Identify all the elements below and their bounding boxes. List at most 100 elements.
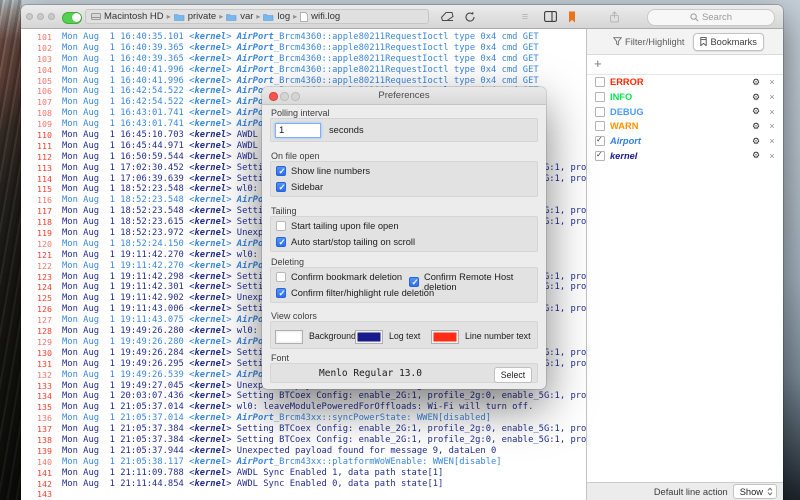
start-tailing-checkbox[interactable]: Start tailing upon file open	[276, 221, 399, 231]
gear-icon[interactable]: ⚙	[750, 136, 762, 147]
auto-tailing-checkbox[interactable]: Auto start/stop tailing on scroll	[276, 237, 415, 247]
log-line[interactable]: 135 Mon Aug 1 21:05:37.014 <kernel> wl0: …	[21, 402, 586, 413]
delete-rule-icon[interactable]: ×	[767, 136, 777, 146]
log-line[interactable]: 104Mon Aug 1 16:40:41.996 <kernel> AirPo…	[21, 65, 586, 76]
show-line-numbers-checkbox[interactable]: Show line numbers	[276, 166, 370, 176]
log-line[interactable]: 138Mon Aug 1 21:05:37.384 <kernel> Setti…	[21, 435, 586, 446]
log-line[interactable]: 103Mon Aug 1 16:40:39.365 <kernel> AirPo…	[21, 54, 586, 65]
close-button[interactable]	[26, 13, 33, 20]
rule-row[interactable]: WARN⚙×	[587, 119, 783, 134]
checkbox-icon[interactable]	[409, 277, 419, 287]
log-line[interactable]: 143	[21, 489, 586, 500]
line-number: 126	[21, 304, 52, 315]
rule-row[interactable]: INFO⚙×	[587, 90, 783, 105]
background-color-well[interactable]	[275, 330, 303, 344]
search-input[interactable]: Search	[647, 9, 775, 26]
log-text-color-well[interactable]	[355, 330, 383, 344]
log-line[interactable]: 101Mon Aug 1 16:40:35.101 <kernel> AirPo…	[21, 32, 586, 43]
rule-list: ERROR⚙×INFO⚙×DEBUG⚙×WARN⚙×Airport⚙×kerne…	[587, 75, 783, 163]
delete-rule-icon[interactable]: ×	[767, 121, 777, 131]
rule-label: Airport	[610, 136, 745, 146]
tab-filter-highlight[interactable]: Filter/Highlight	[606, 33, 691, 51]
log-line[interactable]: 134Mon Aug 1 20:03:07.436 <kernel> Setti…	[21, 391, 586, 402]
rule-checkbox[interactable]	[595, 136, 605, 146]
line-number: 135	[21, 402, 52, 413]
rule-row[interactable]: Airport ⚙ ×	[587, 134, 783, 149]
gear-icon[interactable]: ⚙	[750, 150, 762, 161]
line-number: 108	[21, 108, 52, 119]
tab-label: Filter/Highlight	[625, 37, 684, 47]
gear-icon[interactable]: ⚙	[750, 92, 762, 103]
default-line-action-select[interactable]: Show	[733, 484, 777, 499]
dialog-title-bar[interactable]: Preferences	[262, 87, 546, 105]
sidebar-checkbox[interactable]: Sidebar	[276, 182, 323, 192]
checkbox-icon[interactable]	[276, 237, 286, 247]
rule-label: kernel	[610, 151, 745, 161]
add-rule-button[interactable]: +	[594, 56, 602, 71]
line-number: 106	[21, 86, 52, 97]
checkbox-icon[interactable]	[276, 221, 286, 231]
line-number-color-well[interactable]	[431, 330, 459, 344]
rule-checkbox[interactable]	[595, 92, 605, 102]
default-line-action-label: Default line action	[654, 487, 728, 497]
line-number: 124	[21, 282, 52, 293]
checkbox-icon[interactable]	[276, 182, 286, 192]
gear-icon[interactable]: ⚙	[750, 77, 762, 88]
line-number: 103	[21, 54, 52, 65]
log-line[interactable]: 140Mon Aug 1 21:05:38.117 <kernel> AirPo…	[21, 457, 586, 468]
checkbox-label: Confirm bookmark deletion	[291, 272, 402, 282]
polling-interval-input[interactable]	[275, 123, 321, 138]
share-button[interactable]	[603, 8, 625, 25]
rule-row[interactable]: ERROR⚙×	[587, 75, 783, 90]
reload-button[interactable]	[459, 8, 481, 25]
log-line[interactable]: 139Mon Aug 1 21:05:37.944 <kernel> Unexp…	[21, 446, 586, 457]
line-text: Mon Aug 1 21:05:37.014 <kernel> wl0: lea…	[62, 402, 533, 413]
delete-rule-icon[interactable]: ×	[767, 107, 777, 117]
line-number: 125	[21, 293, 52, 304]
font-select-button[interactable]: Select	[494, 367, 532, 383]
bookmark-button[interactable]	[561, 8, 583, 25]
log-line[interactable]: 141Mon Aug 1 21:11:09.788 <kernel> AWDL …	[21, 468, 586, 479]
rule-checkbox[interactable]	[595, 151, 605, 161]
deleting-group: Confirm bookmark deletion Confirm Remote…	[270, 267, 538, 303]
clear-log-button[interactable]	[436, 8, 458, 25]
checkbox-icon[interactable]	[276, 166, 286, 176]
gear-icon[interactable]: ⚙	[750, 121, 762, 132]
tab-bookmarks[interactable]: Bookmarks	[693, 33, 764, 51]
log-line[interactable]: 102Mon Aug 1 16:40:39.365 <kernel> AirPo…	[21, 43, 586, 54]
chevron-right-icon: ▸	[293, 12, 297, 21]
rule-checkbox[interactable]	[595, 77, 605, 87]
rule-checkbox[interactable]	[595, 121, 605, 131]
breadcrumb-item[interactable]: log	[277, 11, 290, 22]
zoom-button[interactable]	[48, 13, 55, 20]
dialog-title: Preferences	[262, 90, 546, 101]
line-number: 133	[21, 381, 52, 392]
breadcrumb-item[interactable]: wifi.log	[311, 11, 340, 22]
breadcrumb[interactable]: Macintosh HD ▸ private ▸ var ▸ log ▸ wif…	[85, 9, 429, 24]
line-wrap-button[interactable]: ≡	[514, 8, 536, 25]
polling-interval-group: seconds	[270, 118, 538, 142]
checkbox-icon[interactable]	[276, 288, 286, 298]
sidebar-toggle-button[interactable]	[539, 8, 561, 25]
delete-rule-icon[interactable]: ×	[767, 151, 777, 161]
minimize-button[interactable]	[37, 13, 44, 20]
gear-icon[interactable]: ⚙	[750, 106, 762, 117]
tail-toggle[interactable]	[62, 12, 82, 25]
breadcrumb-item[interactable]: Macintosh HD	[104, 11, 164, 22]
delete-rule-icon[interactable]: ×	[767, 92, 777, 102]
breadcrumb-item[interactable]: var	[240, 11, 253, 22]
log-line[interactable]: 136Mon Aug 1 21:05:37.014 <kernel> AirPo…	[21, 413, 586, 424]
log-line[interactable]: 142Mon Aug 1 21:11:44.854 <kernel> AWDL …	[21, 479, 586, 490]
confirm-bookmark-deletion-checkbox[interactable]: Confirm bookmark deletion	[276, 272, 402, 282]
confirm-rule-deletion-checkbox[interactable]: Confirm filter/highlight rule deletion	[276, 288, 434, 298]
line-number: 128	[21, 326, 52, 337]
checkbox-icon[interactable]	[276, 272, 286, 282]
log-line[interactable]: 105Mon Aug 1 16:40:41.996 <kernel> AirPo…	[21, 76, 586, 87]
rule-checkbox[interactable]	[595, 107, 605, 117]
breadcrumb-item[interactable]: private	[188, 11, 217, 22]
rule-row[interactable]: DEBUG⚙×	[587, 104, 783, 119]
log-line[interactable]: 137Mon Aug 1 21:05:37.384 <kernel> Setti…	[21, 424, 586, 435]
delete-rule-icon[interactable]: ×	[767, 77, 777, 87]
file-icon	[300, 12, 308, 22]
rule-row[interactable]: kernel ⚙ ×	[587, 148, 783, 163]
